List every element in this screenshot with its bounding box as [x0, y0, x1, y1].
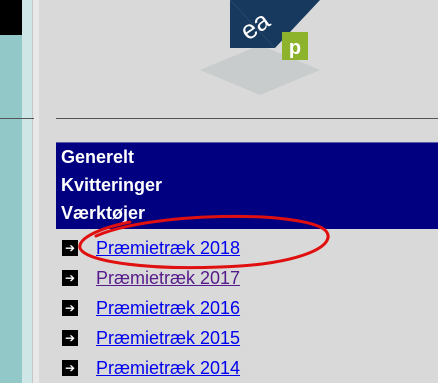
- draw-links-list: ➔ Præmietræk 2018 ➔ Præmietræk 2017 ➔ Pr…: [62, 233, 240, 383]
- list-item: ➔ Præmietræk 2018: [62, 233, 240, 263]
- menu-item-vaerktojer[interactable]: Værktøjer: [56, 199, 438, 227]
- logo-badge-letter: p: [289, 37, 301, 59]
- arrow-right-icon: ➔: [62, 360, 78, 376]
- list-item: ➔ Præmietræk 2014: [62, 353, 240, 383]
- menu-item-kvitteringer[interactable]: Kvitteringer: [56, 171, 438, 199]
- left-teal-strip: [0, 35, 22, 383]
- arrow-right-icon: ➔: [62, 300, 78, 316]
- list-item: ➔ Præmietræk 2017: [62, 263, 240, 293]
- top-left-black-bar: [0, 0, 22, 35]
- list-item: ➔ Præmietræk 2015: [62, 323, 240, 353]
- arrow-right-icon: ➔: [62, 240, 78, 256]
- menu-item-generelt[interactable]: Generelt: [56, 143, 438, 171]
- left-teal-edge: [22, 0, 32, 383]
- link-praemietraek-2014[interactable]: Præmietræk 2014: [96, 358, 240, 379]
- list-item: ➔ Præmietræk 2016: [62, 293, 240, 323]
- left-horizontal-rule: [0, 118, 34, 119]
- link-praemietraek-2018[interactable]: Præmietræk 2018: [96, 238, 240, 259]
- site-logo[interactable]: ea p: [170, 0, 350, 100]
- link-praemietraek-2016[interactable]: Præmietræk 2016: [96, 298, 240, 319]
- link-praemietraek-2017[interactable]: Præmietræk 2017: [96, 268, 240, 289]
- arrow-right-icon: ➔: [62, 270, 78, 286]
- category-menu: Generelt Kvitteringer Værktøjer: [56, 142, 438, 229]
- arrow-right-icon: ➔: [62, 330, 78, 346]
- link-praemietraek-2015[interactable]: Præmietræk 2015: [96, 328, 240, 349]
- header-horizontal-rule: [56, 118, 438, 119]
- vertical-divider: [32, 0, 39, 383]
